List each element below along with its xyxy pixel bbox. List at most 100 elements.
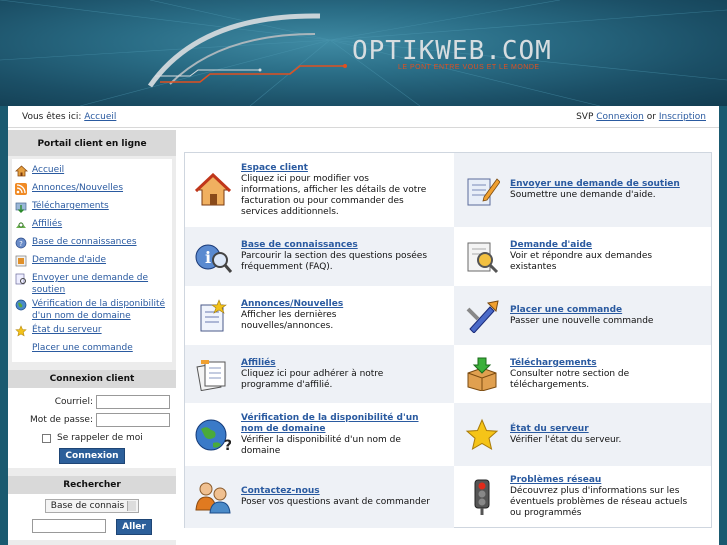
sidebar: Portail client en ligne Accueil Annonces… — [8, 128, 176, 545]
grid-title[interactable]: Base de connaissances — [241, 240, 358, 250]
grid-title[interactable]: Problèmes réseau — [510, 475, 601, 485]
sidebar-item-domain-check[interactable]: Vérification de la disponibilité d'un no… — [14, 296, 170, 322]
affiliate-icon — [14, 218, 28, 231]
login-title: Connexion client — [8, 370, 176, 388]
remember-label: Se rappeler de moi — [57, 433, 143, 443]
grid-desc: Consulter notre section de téléchargemen… — [510, 368, 630, 390]
grid-desc: Passer une nouvelle commande — [510, 315, 654, 326]
sidebar-item-label[interactable]: Vérification de la disponibilité d'un no… — [32, 298, 170, 322]
breadcrumb-prefix: Vous êtes ici: — [22, 111, 82, 122]
search-box: Rechercher Base de connais Aller — [8, 476, 176, 540]
grid-title[interactable]: Contactez-nous — [241, 486, 320, 496]
login-link[interactable]: Connexion — [596, 112, 644, 122]
sidebar-item-label[interactable]: Base de connaissances — [32, 236, 137, 248]
svg-text:?: ? — [224, 438, 231, 453]
dropdown-arrow-icon — [127, 501, 137, 511]
grid-desc: Poser vos questions avant de commander — [241, 497, 430, 507]
home-icon — [14, 164, 28, 177]
grid-title[interactable]: Vérification de la disponibilité d'un no… — [241, 413, 419, 434]
feature-grid: Espace client Cliquez ici pour modifier v… — [184, 152, 712, 528]
sidebar-item-label[interactable]: Placer une commande — [32, 342, 133, 354]
grid-desc: Soumettre une demande d'aide. — [510, 190, 656, 200]
search-input[interactable] — [32, 519, 107, 533]
grid-desc: Vérifier la disponibilité d'un nom de do… — [241, 434, 401, 456]
news-icon — [185, 292, 241, 340]
password-field[interactable] — [96, 413, 170, 427]
house-icon — [185, 166, 241, 214]
grid-desc: Parcourir la section des questions posée… — [241, 251, 428, 272]
grid-item-client-area[interactable]: Espace client Cliquez ici pour modifier v… — [185, 153, 454, 227]
grid-title[interactable]: Affiliés — [241, 358, 276, 368]
download-icon — [14, 200, 28, 213]
rss-icon — [14, 182, 28, 195]
grid-item-announcements[interactable]: Annonces/Nouvelles Afficher les dernières… — [185, 286, 454, 345]
sidebar-item-submit-ticket[interactable]: Envoyer une demande de soutien — [14, 270, 170, 296]
sidebar-item-downloads[interactable]: Téléchargements — [14, 198, 170, 216]
breadcrumb-bar: Vous êtes ici: Accueil SVP Connexion or … — [8, 106, 719, 128]
grid-item-place-order[interactable]: Placer une commande Passer une nouvelle c… — [454, 286, 711, 345]
search-type-value: Base de connais — [50, 501, 125, 511]
knowledgebase-icon: ? — [14, 236, 28, 249]
password-row: Mot de passe: — [14, 411, 170, 429]
search-button[interactable]: Aller — [116, 519, 152, 535]
remember-checkbox[interactable] — [42, 433, 51, 443]
grid-item-contact[interactable]: Contactez-nous Poser vos questions avant … — [185, 466, 454, 528]
grid-title[interactable]: Espace client — [241, 163, 308, 173]
search-type-select[interactable]: Base de connais — [44, 499, 140, 513]
sidebar-item-label[interactable]: Envoyer une demande de soutien — [32, 272, 170, 296]
order-icon — [14, 342, 28, 355]
grid-item-server-status[interactable]: État du serveur Vérifier l'état du serveu… — [454, 403, 711, 466]
grid-item-knowledgebase[interactable]: i Base de connaissances Parcourir la sect… — [185, 227, 454, 286]
sidebar-item-label[interactable]: Affiliés — [32, 218, 62, 230]
sidebar-item-label[interactable]: Téléchargements — [32, 200, 109, 212]
box-download-icon — [454, 350, 510, 398]
tools-icon — [454, 292, 510, 340]
grid-title[interactable]: État du serveur — [510, 424, 589, 434]
auth-links: SVP Connexion or Inscription — [576, 112, 706, 122]
svg-text:i: i — [205, 248, 211, 267]
sidebar-item-label[interactable]: État du serveur — [32, 324, 102, 336]
grid-item-affiliates[interactable]: Affiliés Cliquez ici pour adhérer à notre… — [185, 345, 454, 403]
grid-desc: Cliquez ici pour modifier vos informatio… — [241, 173, 427, 217]
star-icon — [14, 324, 28, 337]
sidebar-item-server-status[interactable]: État du serveur — [14, 322, 170, 340]
register-link[interactable]: Inscription — [659, 112, 706, 122]
site-header: OPTIKWEB.COM LE PONT ENTRE VOUS ET LE MO… — [0, 0, 727, 106]
grid-desc: Cliquez ici pour adhérer à notre program… — [241, 368, 384, 390]
sidebar-item-affiliates[interactable]: Affiliés — [14, 216, 170, 234]
email-label: Courriel: — [54, 397, 93, 407]
sidebar-item-support[interactable]: Demande d'aide — [14, 252, 170, 270]
email-field[interactable] — [96, 395, 170, 409]
sidebar-item-home[interactable]: Accueil — [14, 162, 170, 180]
sidebar-item-label[interactable]: Demande d'aide — [32, 254, 106, 266]
star-icon — [454, 411, 510, 459]
grid-item-support-tickets[interactable]: Demande d'aide Voir et répondre aux deman… — [454, 227, 711, 286]
login-button[interactable]: Connexion — [59, 448, 125, 464]
globe-icon — [14, 298, 28, 311]
login-form: Courriel: Mot de passe: Se rappeler de m… — [8, 388, 176, 468]
logo-swoosh-icon — [147, 13, 347, 88]
sidebar-item-label[interactable]: Accueil — [32, 164, 64, 176]
breadcrumb-home-link[interactable]: Accueil — [84, 112, 116, 122]
grid-item-domain-check[interactable]: ? Vérification de la disponibilité d'un … — [185, 403, 454, 466]
sidebar-item-label[interactable]: Annonces/Nouvelles — [32, 182, 123, 194]
document-search-icon — [454, 233, 510, 281]
email-row: Courriel: — [14, 393, 170, 411]
grid-item-network-issues[interactable]: Problèmes réseau Découvrez plus d'informa… — [454, 466, 711, 528]
papers-icon — [185, 350, 241, 398]
grid-item-submit-ticket[interactable]: Envoyer une demande de soutien Soumettre … — [454, 153, 711, 227]
sidebar-item-announcements[interactable]: Annonces/Nouvelles — [14, 180, 170, 198]
grid-desc: Découvrez plus d'informations sur les év… — [510, 486, 688, 518]
notepad-pencil-icon — [454, 166, 510, 214]
sidebar-item-place-order[interactable]: Placer une commande — [14, 340, 170, 358]
grid-title[interactable]: Demande d'aide — [510, 240, 592, 250]
grid-title[interactable]: Téléchargements — [510, 358, 597, 368]
grid-item-downloads[interactable]: Téléchargements Consulter notre section d… — [454, 345, 711, 403]
remember-row: Se rappeler de moi — [14, 429, 170, 447]
grid-title[interactable]: Placer une commande — [510, 305, 622, 315]
sidebar-item-knowledgebase[interactable]: ? Base de connaissances — [14, 234, 170, 252]
globe-question-icon: ? — [185, 411, 241, 459]
logo-text: OPTIKWEB.COM — [352, 36, 552, 66]
grid-title[interactable]: Annonces/Nouvelles — [241, 299, 343, 309]
grid-title[interactable]: Envoyer une demande de soutien — [510, 179, 680, 189]
